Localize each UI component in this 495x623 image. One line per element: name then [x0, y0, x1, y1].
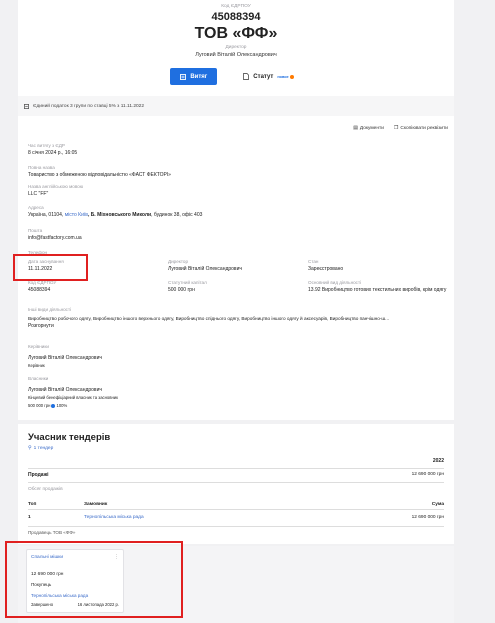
capital-value: 500 000 грн [168, 287, 195, 293]
city-link[interactable]: місто Київ [65, 212, 88, 218]
charter-button-label: Статут [253, 73, 274, 80]
edrpou-field-value: 45088394 [28, 287, 51, 293]
documents-button[interactable]: ▤ Документи [353, 125, 384, 131]
sales-value: 12 690 000 грн [411, 472, 444, 477]
tender-icon: ⚲ [28, 445, 32, 451]
extract-time-label: Час витягу з ЄДР [28, 143, 65, 148]
col-sum: Сума [431, 501, 444, 507]
director-label: Директор [225, 45, 247, 50]
director-name: Луговий Віталій Олександрович [195, 52, 277, 58]
badge-dot-icon [289, 74, 294, 79]
documents-label: Документи [359, 125, 384, 131]
full-name-label: Повна назва [28, 165, 55, 170]
extract-button-label: Витяг [190, 73, 208, 80]
email-label: Пошта [28, 228, 43, 233]
copy-details-button[interactable]: ❐ Скопіювати реквізити [394, 125, 448, 131]
volume-label: Обсяг продажів [28, 487, 63, 492]
address-suffix: , будинок 38, офіс 403 [151, 212, 203, 218]
tax-icon [24, 103, 29, 109]
main-activity-link[interactable]: 13.92 Виробництво готових текстильних ви… [308, 287, 448, 294]
address-label: Адреса [28, 205, 44, 210]
divider [28, 482, 444, 483]
sales-note: Продавець ТОВ «ФФ» [28, 530, 76, 535]
address-prefix: Україна, 01104, [28, 212, 65, 218]
divider [28, 468, 444, 469]
copy-icon: ❐ [393, 125, 399, 131]
owner-share-percent: 100% [56, 403, 68, 408]
share-pie-icon [51, 403, 56, 408]
tax-bar: Єдиний податок 3 групи по ставці 5% з 11… [18, 96, 454, 116]
row-customer-link[interactable]: Тернопільська міська рада [84, 513, 317, 522]
owner-share-amount: 500 000 грн [28, 403, 51, 408]
charter-button[interactable]: Статут новое [235, 68, 301, 85]
row-sum: 12 690 000 грн [411, 515, 444, 520]
tender-count-link[interactable]: ⚲ 1 тендер [28, 445, 53, 451]
main-activity-label: Основний вид діяльності [308, 280, 362, 285]
manager-role: Керівник [28, 363, 45, 368]
managers-label: Керівники [28, 344, 49, 349]
col-top: Топ [28, 501, 37, 507]
capital-label: Статутний капітал [168, 280, 207, 285]
new-badge: новое [277, 74, 289, 79]
table-header-row: Топ Замовник Сума [28, 500, 444, 509]
extract-button[interactable]: Витяг [170, 68, 218, 85]
highlight-box-reg-date [13, 254, 88, 281]
company-name: ТОВ «ФФ» [194, 25, 278, 42]
street-name: , Б. Міхновського Миколи [87, 212, 152, 218]
col-customer: Замовник [84, 501, 108, 507]
expand-link[interactable]: Розгорнути [28, 323, 448, 329]
copy-details-label: Скопіювати реквізити [400, 125, 448, 131]
full-name-value: Товариство з обмеженою відповідальністю … [28, 172, 171, 178]
email-value[interactable]: info@fastfactory.com.ua [28, 235, 82, 241]
english-name-label: Назва англійською мовою [28, 184, 84, 189]
tenders-card: Учасник тендерів ⚲ 1 тендер 2022 Продажі… [18, 424, 454, 544]
tenders-year: 2022 [432, 458, 444, 464]
manager-link[interactable]: Луговий Віталій Олександрович [28, 355, 102, 361]
tax-text: Єдиний податок 3 групи по ставці 5% з 11… [33, 103, 144, 109]
edrpou-label: Код ЄДРПОУ [221, 4, 251, 9]
english-name-value: LLC "FF" [28, 191, 49, 197]
status-value: Зареєстровано [308, 266, 344, 272]
director-link[interactable]: Луговий Віталій Олександрович [168, 266, 242, 272]
owner-link[interactable]: Луговий Віталій Олександрович [28, 387, 118, 393]
extract-time-value: 8 січня 2024 р., 16:05 [28, 150, 78, 156]
edrpou-code: 45088394 [211, 11, 261, 23]
tenders-title: Учасник тендерів [28, 432, 111, 443]
other-activity-label: Інші види діяльності [28, 307, 72, 312]
row-rank: 1 [28, 515, 31, 520]
owners-label: Власники [28, 376, 49, 381]
documents-icon: ▤ [353, 125, 358, 131]
highlight-box-tender-card [5, 541, 183, 618]
address-value: Україна, 01104, місто Київ, Б. Міхновськ… [28, 212, 202, 218]
sales-label: Продажі [28, 472, 49, 478]
tender-count-label: 1 тендер [33, 445, 54, 451]
extract-icon [180, 73, 187, 80]
status-label: Стан [308, 259, 319, 264]
document-icon [243, 73, 250, 80]
owner-role: Кінцевий бенефіціарний власник та заснов… [28, 395, 118, 400]
page: Код ЄДРПОУ 45088394 ТОВ «ФФ» Директор Лу… [0, 0, 495, 623]
customers-table: Топ Замовник Сума 1 Тернопільська міська… [28, 500, 444, 527]
owner-share: 500 000 грн 100% [28, 403, 118, 408]
table-row[interactable]: 1 Тернопільська міська рада 12 690 000 г… [28, 513, 444, 522]
other-activity-value: Виробництво робочого одягу, Виробництво … [28, 316, 390, 321]
director-field-label: Директор [168, 259, 189, 264]
